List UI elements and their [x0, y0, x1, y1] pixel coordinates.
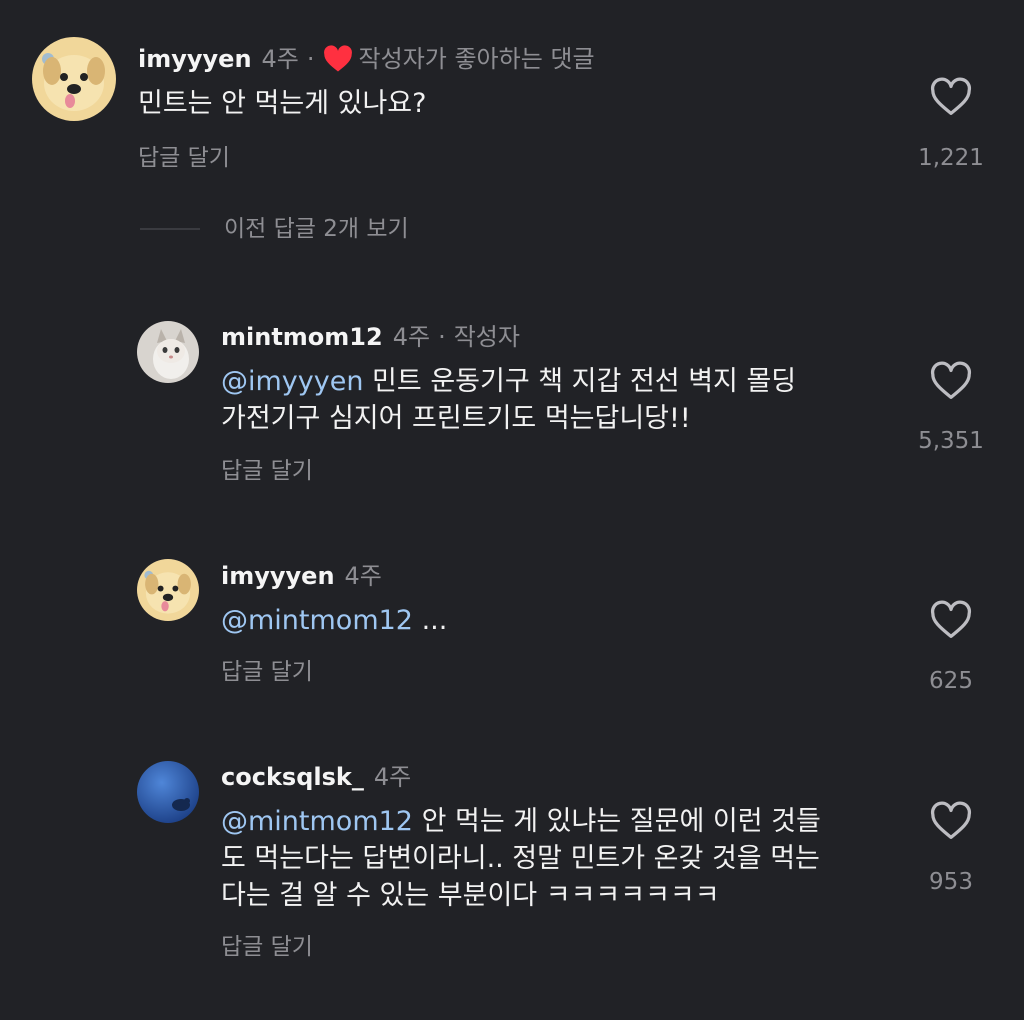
reply-button[interactable]: 답글 달기 [138, 143, 230, 173]
comment-meta: imyyyen 4주 [221, 561, 382, 591]
comment-meta: cocksqlsk_ 4주 [221, 762, 411, 792]
comment-text-line: 도 먹는다는 답변이라니.. 정말 민트가 온갖 것을 먹는 [221, 843, 820, 874]
like-count: 5,351 [918, 428, 984, 454]
avatar[interactable] [137, 321, 199, 383]
comment-meta: mintmom12 4주 · 작성자 [221, 322, 520, 352]
username[interactable]: cocksqlsk_ [221, 762, 364, 792]
liked-by-author-label: 작성자가 좋아하는 댓글 [358, 45, 595, 73]
mention-link[interactable]: @mintmom12 [221, 806, 413, 837]
author-badge: 작성자 [453, 323, 520, 351]
timestamp: 4주 [261, 45, 299, 73]
dog-avatar-icon [32, 37, 116, 121]
timestamp: 4주 [392, 323, 431, 351]
view-previous-replies[interactable]: 이전 답글 2개 보기 [140, 214, 409, 244]
avatar[interactable] [32, 37, 116, 121]
like-count: 625 [929, 668, 973, 694]
comment-text-line: 가전기구 심지어 프린트기도 먹는답니당!! [221, 403, 691, 434]
timestamp: 4주 [373, 763, 412, 791]
view-previous-label: 이전 답글 2개 보기 [224, 216, 409, 242]
comment-text-line: 민트 운동기구 책 지갑 전선 벽지 몰딩 [363, 366, 797, 397]
reply-button[interactable]: 답글 달기 [221, 932, 313, 962]
blue-avatar-icon [137, 761, 199, 823]
comment-text: @imyyyen 민트 운동기구 책 지갑 전선 벽지 몰딩 가전기구 심지어 … [221, 363, 796, 437]
comment-text-line: 안 먹는 게 있냐는 질문에 이런 것들 [412, 806, 821, 837]
comment-text-line: ... [412, 605, 448, 636]
separator: · [438, 323, 446, 351]
like-count: 953 [929, 869, 973, 895]
timestamp: 4주 [344, 562, 382, 590]
heart-filled-icon [323, 45, 352, 72]
mention-link[interactable]: @imyyyen [221, 366, 363, 397]
username[interactable]: imyyyen [221, 561, 335, 591]
heart-outline-icon[interactable] [929, 801, 973, 841]
reply-button[interactable]: 답글 달기 [221, 657, 313, 687]
comment-meta: imyyyen 4주 · 작성자가 좋아하는 댓글 [138, 44, 595, 74]
heart-outline-icon[interactable] [929, 361, 973, 401]
separator: · [306, 45, 315, 73]
heart-outline-icon[interactable] [929, 77, 973, 117]
comment-text: @mintmom12 안 먹는 게 있냐는 질문에 이런 것들 도 먹는다는 답… [221, 803, 821, 914]
username[interactable]: imyyyen [138, 44, 252, 74]
username[interactable]: mintmom12 [221, 322, 383, 352]
avatar[interactable] [137, 761, 199, 823]
mention-link[interactable]: @mintmom12 [221, 605, 413, 636]
avatar[interactable] [137, 559, 199, 621]
divider [140, 228, 200, 230]
cat-avatar-icon [137, 321, 199, 383]
reply-button[interactable]: 답글 달기 [221, 456, 313, 486]
comment-text: @mintmom12 ... [221, 602, 447, 639]
comment-text: 민트는 안 먹는게 있나요? [138, 88, 427, 119]
comment-text-line: 다는 걸 알 수 있는 부분이다 ㅋㅋㅋㅋㅋㅋㅋ [221, 880, 720, 911]
dog-avatar-icon [137, 559, 199, 621]
like-count: 1,221 [918, 145, 984, 171]
heart-outline-icon[interactable] [929, 600, 973, 640]
